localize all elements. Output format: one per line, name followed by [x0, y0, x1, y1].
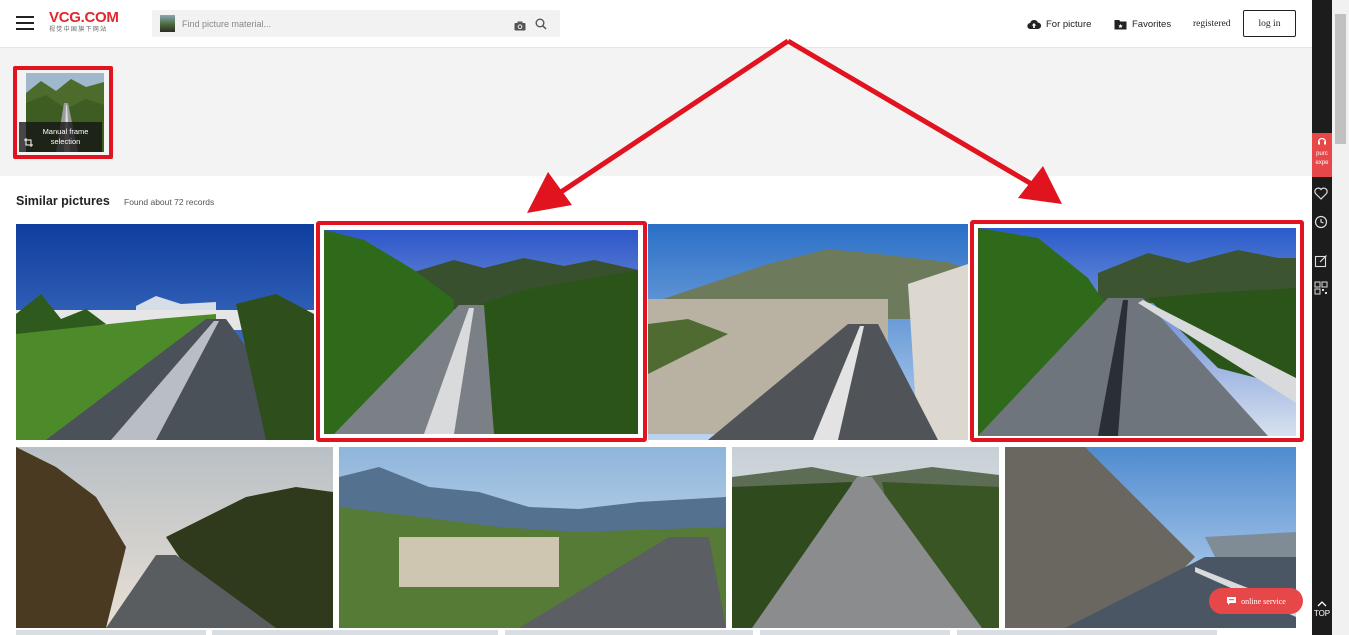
back-to-top-button[interactable]: TOP	[1312, 600, 1332, 618]
next-row-preview	[957, 630, 1217, 635]
chat-icon	[1226, 596, 1237, 606]
page: VCG.COM 视觉中国旗下网站 For picture Favorites	[0, 0, 1349, 635]
heart-icon[interactable]	[1314, 187, 1328, 205]
online-service-button[interactable]: online service	[1209, 588, 1303, 614]
next-row-preview	[760, 630, 950, 635]
back-to-top-label: TOP	[1313, 609, 1331, 618]
right-sidebar	[1312, 0, 1332, 635]
history-icon[interactable]	[1314, 215, 1328, 234]
purchase-consult-tab[interactable]: purc expe	[1312, 133, 1332, 177]
annotation-arrows	[527, 38, 1062, 213]
purchase-consult-label: purc expe	[1315, 151, 1329, 166]
arrow-up-icon	[1317, 601, 1327, 607]
edit-icon[interactable]	[1314, 254, 1328, 273]
next-row-preview	[16, 630, 206, 635]
next-row-preview	[212, 630, 498, 635]
scrollbar-thumb[interactable]	[1335, 14, 1346, 144]
online-service-label: online service	[1241, 596, 1286, 606]
headset-icon	[1317, 137, 1327, 145]
qrcode-icon[interactable]	[1314, 281, 1328, 300]
next-row-preview	[505, 630, 753, 635]
